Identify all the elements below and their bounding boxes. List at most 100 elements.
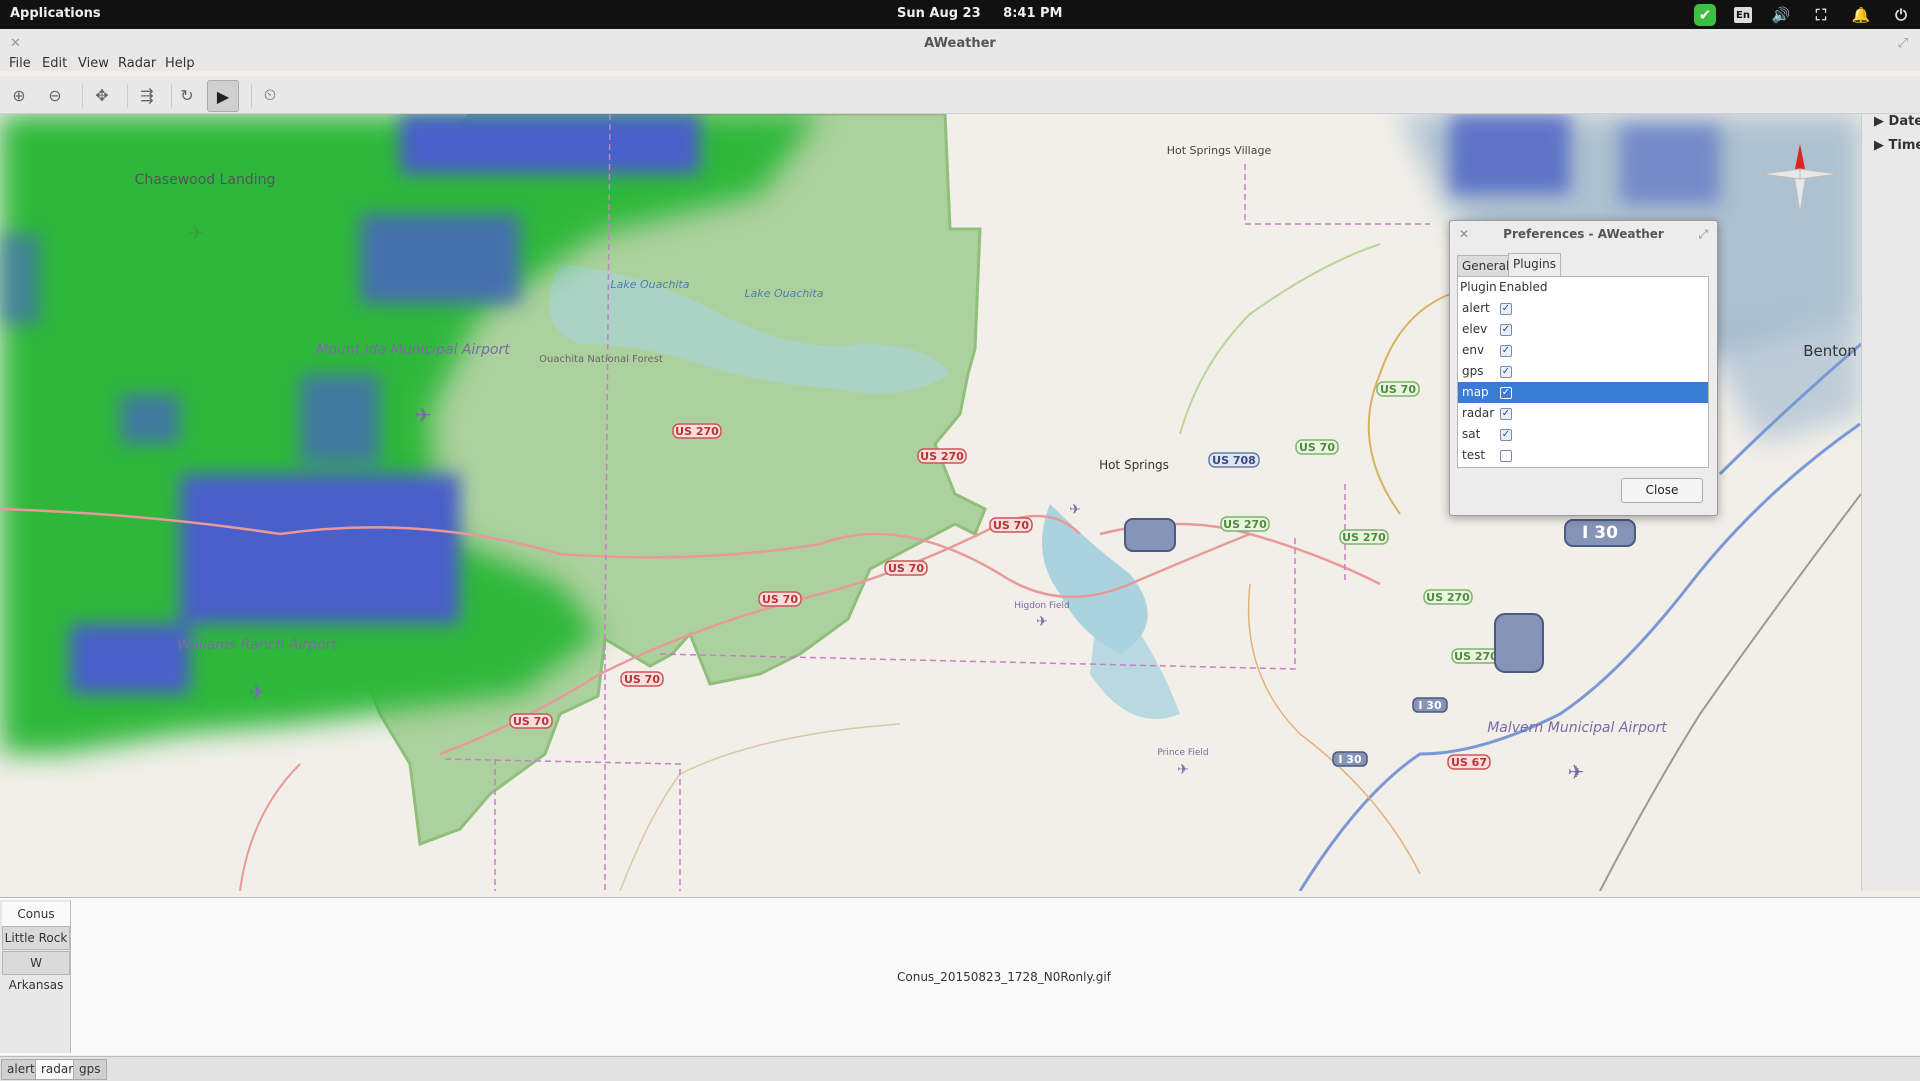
- column-header-plugin[interactable]: Plugin: [1460, 277, 1497, 297]
- zoom-out-icon[interactable]: ⊖: [42, 82, 68, 108]
- svg-text:US 270: US 270: [1426, 591, 1470, 604]
- update-check-icon[interactable]: ✔: [1694, 4, 1716, 26]
- plugin-enabled-checkbox[interactable]: ✓: [1500, 366, 1512, 378]
- svg-text:US 70: US 70: [762, 593, 798, 606]
- place-label: Malvern Municipal Airport: [1487, 720, 1667, 736]
- plugin-row-sat[interactable]: sat ✓: [1458, 424, 1708, 445]
- notification-bell-icon[interactable]: 🔔: [1850, 5, 1872, 25]
- window-maximize-icon[interactable]: ⤢: [1898, 29, 1908, 59]
- preferences-dialog: ✕ Preferences - AWeather ⤢ General Plugi…: [1449, 220, 1718, 516]
- window-titlebar[interactable]: ✕ AWeather ⤢: [0, 29, 1920, 59]
- tab-gps[interactable]: gps: [73, 1059, 107, 1080]
- svg-text:US 70: US 70: [1380, 383, 1416, 396]
- radar-image-filename: Conus_20150823_1728_N0Ronly.gif: [897, 970, 1111, 984]
- dialog-maximize-icon[interactable]: ⤢: [1698, 221, 1708, 247]
- plugin-name: radar: [1462, 406, 1495, 420]
- timestamp-toggle-icon[interactable]: ⏲: [257, 82, 283, 108]
- plugin-name: sat: [1462, 427, 1481, 441]
- place-label: Lake Ouachita: [744, 287, 823, 300]
- menu-help[interactable]: Help: [165, 56, 195, 71]
- bottom-plugin-tabs: alert radar gps: [0, 1056, 1920, 1081]
- zoom-in-icon[interactable]: ⊕: [6, 82, 32, 108]
- applications-menu[interactable]: Applications: [10, 6, 101, 21]
- time-side-panel: ▶ Date ▶ Time: [1861, 114, 1920, 891]
- date-expander[interactable]: ▶ Date: [1874, 114, 1920, 129]
- toolbar-separator: [127, 84, 128, 108]
- plugin-name: test: [1462, 448, 1486, 462]
- keyboard-layout-indicator[interactable]: En: [1734, 7, 1752, 23]
- volume-icon[interactable]: 🔊: [1770, 5, 1792, 25]
- tab-little-rock[interactable]: Little Rock: [2, 926, 70, 950]
- plugin-enabled-checkbox[interactable]: ✓: [1500, 429, 1512, 441]
- svg-text:US 270: US 270: [1454, 650, 1498, 663]
- toolbar: ⊕ ⊖ ✥ ⇶ ↻ ▶ ⏲: [0, 76, 1920, 114]
- plugin-row-test[interactable]: test: [1458, 445, 1708, 466]
- plugin-enabled-checkbox[interactable]: ✓: [1500, 408, 1512, 420]
- toolbar-separator: [251, 84, 252, 108]
- column-header-enabled[interactable]: Enabled: [1499, 277, 1548, 297]
- svg-text:✈: ✈: [1177, 762, 1189, 778]
- svg-text:US 270: US 270: [920, 450, 964, 463]
- play-button[interactable]: ▶: [207, 80, 239, 112]
- system-top-panel: Applications Sun Aug 23 8:41 PM ✔ En 🔊 ⛶…: [0, 0, 1920, 29]
- svg-text:US 270: US 270: [1223, 518, 1267, 531]
- svg-text:US 70: US 70: [624, 673, 660, 686]
- place-label: Ouachita National Forest: [539, 354, 663, 365]
- plugin-row-map[interactable]: map ✓: [1458, 382, 1708, 403]
- plugin-enabled-checkbox[interactable]: [1500, 450, 1512, 462]
- clock-date: Sun Aug 23: [897, 6, 981, 21]
- place-label: Hot Springs: [1099, 458, 1169, 472]
- menu-file[interactable]: File: [9, 56, 31, 71]
- menu-radar[interactable]: Radar: [118, 56, 156, 71]
- menu-view[interactable]: View: [78, 56, 109, 71]
- date-expander-label: Date: [1888, 114, 1920, 129]
- layers-icon[interactable]: ⇶: [134, 82, 160, 108]
- plugin-list: Plugin Enabled alert ✓ elev ✓ env ✓ gps …: [1457, 276, 1709, 468]
- plugin-row-env[interactable]: env ✓: [1458, 340, 1708, 361]
- svg-text:US 708: US 708: [1212, 454, 1256, 467]
- dialog-title: Preferences - AWeather: [1503, 227, 1664, 241]
- plugin-enabled-checkbox[interactable]: ✓: [1500, 345, 1512, 357]
- svg-text:US 270: US 270: [675, 425, 719, 438]
- tab-conus[interactable]: Conus: [2, 902, 70, 926]
- svg-text:✈: ✈: [415, 403, 432, 427]
- refresh-icon[interactable]: ↻: [174, 82, 200, 108]
- plugin-row-radar[interactable]: radar ✓: [1458, 403, 1708, 424]
- fit-view-icon[interactable]: ✥: [89, 82, 115, 108]
- place-label: Chasewood Landing: [135, 172, 276, 188]
- svg-text:I 30: I 30: [1418, 699, 1442, 712]
- svg-text:✈: ✈: [249, 680, 266, 704]
- plugin-enabled-checkbox[interactable]: ✓: [1500, 387, 1512, 399]
- svg-text:I 30: I 30: [1582, 523, 1618, 543]
- clock-time: 8:41 PM: [1003, 6, 1063, 21]
- toolbar-separator: [82, 84, 83, 108]
- place-label: Higdon Field: [1014, 601, 1070, 611]
- place-label: Mount Ida Municipal Airport: [316, 342, 510, 358]
- network-icon[interactable]: ⛶: [1810, 5, 1832, 25]
- svg-text:US 70: US 70: [888, 562, 924, 575]
- plugin-row-alert[interactable]: alert ✓: [1458, 298, 1708, 319]
- place-label: Williams Ranch Airport: [177, 637, 337, 653]
- time-expander-label: Time: [1888, 138, 1920, 153]
- plugin-enabled-checkbox[interactable]: ✓: [1500, 324, 1512, 336]
- plugin-name: gps: [1462, 364, 1484, 378]
- tab-plugins[interactable]: Plugins: [1508, 253, 1561, 276]
- place-label: Prince Field: [1157, 748, 1208, 758]
- menu-edit[interactable]: Edit: [42, 56, 67, 71]
- plugin-row-gps[interactable]: gps ✓: [1458, 361, 1708, 382]
- tab-general[interactable]: General: [1457, 255, 1515, 276]
- power-icon[interactable]: ⏻: [1890, 5, 1912, 25]
- svg-text:US 70: US 70: [1299, 441, 1335, 454]
- close-button[interactable]: Close: [1621, 478, 1703, 503]
- plugin-row-elev[interactable]: elev ✓: [1458, 319, 1708, 340]
- window-close-icon[interactable]: ✕: [10, 29, 21, 59]
- plugin-enabled-checkbox[interactable]: ✓: [1500, 303, 1512, 315]
- radar-site-tabs: Conus Little Rock W Arkansas: [0, 900, 71, 1053]
- svg-text:US 67: US 67: [1451, 756, 1487, 769]
- tab-w-arkansas[interactable]: W Arkansas: [2, 951, 70, 992]
- svg-text:✈: ✈: [1568, 760, 1585, 784]
- clock[interactable]: Sun Aug 23 8:41 PM: [897, 6, 1081, 21]
- svg-text:✈: ✈: [188, 221, 205, 245]
- window-title: AWeather: [924, 36, 996, 51]
- time-expander[interactable]: ▶ Time: [1874, 138, 1920, 153]
